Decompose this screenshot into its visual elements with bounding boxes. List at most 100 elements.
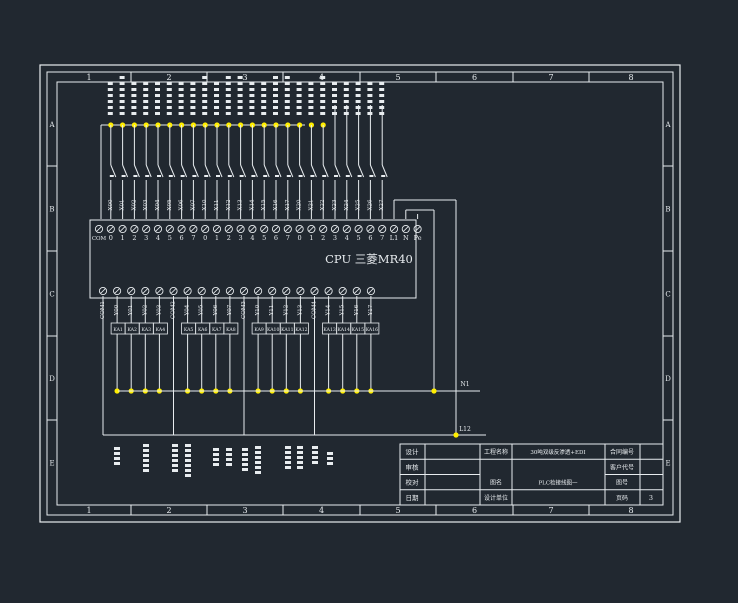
text-placeholder <box>320 106 326 109</box>
inner-border <box>46 71 674 516</box>
relay-label: KA14 <box>337 327 349 333</box>
terminal-slot <box>155 226 161 232</box>
text-placeholder <box>379 100 385 103</box>
switch-tick <box>227 175 232 177</box>
text-placeholder <box>155 82 160 85</box>
text-placeholder <box>155 88 160 91</box>
text-placeholder <box>225 82 231 85</box>
text-placeholder <box>285 461 291 464</box>
title-field-value: PLC检接线图一 <box>538 479 578 487</box>
text-placeholder <box>261 88 267 91</box>
input-address-label: X02 <box>131 200 137 211</box>
output-terminal-slot <box>297 288 303 294</box>
text-placeholder <box>225 100 231 103</box>
text-placeholder <box>308 82 314 85</box>
switch-tick <box>369 175 374 177</box>
title-row-label: 设计 <box>406 447 420 456</box>
text-placeholder <box>107 112 113 115</box>
input-address-label: X16 <box>273 199 279 210</box>
input-address-label: X10 <box>202 199 208 210</box>
input-address-label: X03 <box>143 199 149 210</box>
terminal-slot <box>332 226 338 232</box>
terminal-label: 4 <box>156 234 160 242</box>
text-placeholder <box>225 76 231 79</box>
text-placeholder <box>255 456 261 459</box>
text-placeholder <box>379 94 385 97</box>
text-placeholder <box>308 88 314 91</box>
text-placeholder <box>379 88 385 91</box>
terminal-label: 0 <box>298 234 302 242</box>
text-placeholder <box>190 100 196 103</box>
text-placeholder <box>107 100 113 103</box>
terminal-label: 2 <box>227 234 231 242</box>
text-placeholder <box>308 106 314 109</box>
switch-tick <box>133 175 138 177</box>
text-placeholder <box>320 82 326 85</box>
column-label-bottom: 5 <box>395 506 400 515</box>
input-address-label: X15 <box>261 199 267 210</box>
relay-label: KA4 <box>156 327 166 333</box>
terminal-slot <box>179 226 185 232</box>
text-placeholder <box>185 469 191 472</box>
text-placeholder <box>202 106 208 109</box>
cad-drawing-viewport[interactable]: 1122334455667788AABBCCDDEE X00X01X02X03X… <box>0 0 738 599</box>
l-bus-junction <box>453 432 459 438</box>
row-label-right: D <box>665 375 671 383</box>
terminal-slot <box>273 226 279 232</box>
text-placeholder <box>119 94 125 97</box>
relay-label: KA11 <box>281 327 293 333</box>
terminal-slot <box>167 226 173 232</box>
relay-label: KA3 <box>142 327 152 333</box>
text-placeholder <box>225 88 231 91</box>
terminal-slot <box>143 226 149 232</box>
text-placeholder <box>107 88 113 91</box>
title-field-label: 页码 <box>616 494 628 502</box>
switch-tick <box>310 175 315 177</box>
terminal-slot <box>131 226 137 232</box>
text-placeholder <box>131 112 137 115</box>
text-placeholder <box>355 94 361 97</box>
terminal-label: 6 <box>274 234 278 242</box>
text-placeholder <box>119 112 125 115</box>
output-terminal-slot <box>340 288 346 294</box>
terminal-label: 1 <box>215 234 219 242</box>
text-placeholder <box>202 94 208 97</box>
row-label-right: A <box>664 121 671 129</box>
switch-tick <box>192 175 197 177</box>
input-address-label: X22 <box>320 200 326 211</box>
text-placeholder <box>320 100 326 103</box>
text-placeholder <box>296 100 302 103</box>
output-terminal-slot <box>283 288 289 294</box>
text-placeholder <box>202 112 208 115</box>
text-placeholder <box>107 82 113 85</box>
text-placeholder <box>261 100 267 103</box>
relay-label: KA9 <box>254 327 264 333</box>
terminal-label: 5 <box>357 234 361 242</box>
text-placeholder <box>355 100 361 103</box>
title-row-label: 校对 <box>406 478 420 487</box>
output-relay-wiring: COM1Y00Y01Y02Y03COM2Y04Y05Y06Y07COM3Y10Y… <box>98 286 486 438</box>
text-placeholder <box>312 446 318 449</box>
text-placeholder <box>285 466 291 469</box>
text-placeholder <box>190 82 196 85</box>
title-field-label: 图名 <box>490 479 502 487</box>
title-field-label: 工程名称 <box>484 448 508 456</box>
text-placeholder <box>185 464 191 467</box>
terminal-slot <box>238 226 244 232</box>
text-placeholder <box>202 88 208 91</box>
text-placeholder <box>261 112 267 115</box>
text-placeholder <box>214 94 219 97</box>
switch-tick <box>357 175 362 177</box>
text-placeholder <box>343 88 349 91</box>
text-placeholder <box>379 112 385 115</box>
text-placeholder <box>178 100 184 103</box>
text-placeholder <box>296 112 302 115</box>
terminal-slot <box>120 226 126 232</box>
terminal-label: 1 <box>121 234 125 242</box>
title-field-label: 设计单位 <box>484 494 508 502</box>
text-placeholder <box>213 453 219 456</box>
column-label-bottom: 3 <box>242 506 247 515</box>
text-placeholder <box>308 112 314 115</box>
text-placeholder <box>214 100 219 103</box>
text-placeholder <box>284 76 290 79</box>
